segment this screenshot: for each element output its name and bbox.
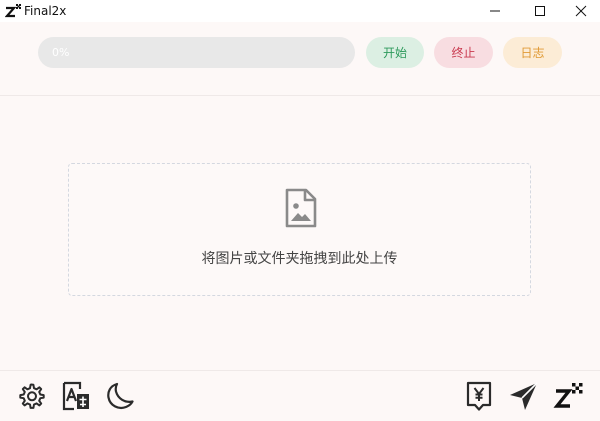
window-title: Final2x [24, 4, 67, 18]
app-logo-icon [5, 4, 21, 18]
maximize-button[interactable] [517, 0, 563, 22]
final2x-logo-icon[interactable] [553, 380, 585, 412]
bottom-divider [0, 370, 600, 371]
maximize-icon [535, 6, 545, 16]
donate-icon[interactable] [463, 380, 495, 412]
moon-icon[interactable] [104, 380, 136, 412]
title-bar: Final2x [0, 0, 600, 22]
progress-bar: 0% [38, 37, 355, 68]
drop-zone-text: 将图片或文件夹拖拽到此处上传 [201, 251, 398, 267]
close-icon [575, 5, 587, 17]
translate-icon[interactable] [60, 380, 92, 412]
send-icon[interactable] [508, 380, 540, 412]
log-button-label: 日志 [520, 46, 545, 60]
start-button-label: 开始 [382, 46, 407, 60]
file-drop-zone[interactable]: 将图片或文件夹拖拽到此处上传 [68, 163, 531, 296]
top-divider [0, 95, 600, 96]
gear-icon[interactable] [15, 380, 47, 412]
start-button[interactable]: 开始 [366, 37, 424, 68]
minimize-icon [490, 10, 500, 12]
stop-button-label: 终止 [451, 46, 476, 60]
close-button[interactable] [558, 0, 600, 22]
progress-text: 0% [52, 46, 70, 59]
minimize-button[interactable] [472, 0, 518, 22]
image-file-icon [285, 188, 317, 228]
stop-button[interactable]: 终止 [434, 37, 493, 68]
log-button[interactable]: 日志 [503, 37, 562, 68]
